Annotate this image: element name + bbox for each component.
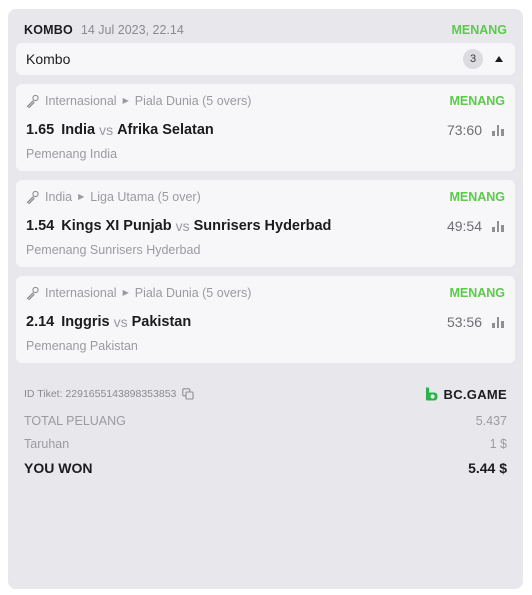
payout-row: YOU WON 5.44 $ — [24, 458, 507, 478]
combo-count-badge: 3 — [463, 49, 483, 69]
breadcrumb-arrow-icon: ▶ — [122, 287, 129, 297]
stake-label: Taruhan — [24, 437, 70, 451]
bet-league-row: India ▶ Liga Utama (5 over) MENANG — [26, 188, 505, 206]
stake-row: Taruhan 1 $ — [24, 435, 507, 453]
bet-league: Liga Utama (5 over) — [90, 190, 201, 204]
brand-name: BC.GAME — [443, 386, 507, 402]
stats-icon[interactable] — [492, 220, 505, 232]
combo-toggle[interactable]: Kombo 3 — [16, 43, 515, 75]
breadcrumb-arrow-icon: ▶ — [78, 191, 85, 201]
match-score: 53:56 — [446, 314, 482, 330]
combo-label: Kombo — [26, 51, 71, 67]
bet-league-row: Internasional ▶ Piala Dunia (5 overs) ME… — [26, 92, 505, 110]
copy-icon[interactable] — [182, 388, 194, 400]
payout-value: 5.44 $ — [468, 460, 507, 476]
team-away: Afrika Selatan — [117, 122, 214, 138]
bet-sport: Internasional — [45, 286, 117, 300]
ticket-id: ID Tiket: 2291655143898353853 — [24, 388, 177, 400]
stake-value: 1 $ — [489, 437, 507, 451]
bet-selection: Pemenang Pakistan — [26, 339, 138, 353]
versus-label: vs — [113, 314, 128, 330]
stats-icon[interactable] — [492, 316, 505, 328]
bet-odds: 1.65 — [26, 122, 55, 138]
bet-league: Piala Dunia (5 overs) — [134, 286, 252, 300]
bet-item: Internasional ▶ Piala Dunia (5 overs) ME… — [16, 84, 515, 171]
bet-item: Internasional ▶ Piala Dunia (5 overs) ME… — [16, 276, 515, 363]
versus-label: vs — [175, 218, 190, 234]
brand-logo: BC.GAME — [423, 386, 508, 402]
total-odds-label: TOTAL PELUANG — [24, 414, 126, 428]
cricket-icon — [26, 190, 39, 204]
bet-match-row: 1.54 Kings XI Punjab vs Sunrisers Hyderb… — [26, 215, 505, 237]
bet-match-row: 1.65 India vs Afrika Selatan 73:60 — [26, 119, 505, 141]
bet-league-row: Internasional ▶ Piala Dunia (5 overs) ME… — [26, 284, 505, 302]
team-away: Pakistan — [131, 314, 192, 330]
team-home: India — [61, 122, 96, 138]
total-odds-row: TOTAL PELUANG 5.437 — [24, 412, 507, 430]
bet-sport: Internasional — [45, 94, 117, 108]
bet-status: MENANG — [449, 190, 505, 204]
bet-selection: Pemenang Sunrisers Hyderbad — [26, 243, 201, 257]
ticket-header: KOMBO 14 Jul 2023, 22.14 MENANG — [24, 20, 507, 40]
ticket-status: MENANG — [451, 23, 507, 37]
match-score: 73:60 — [446, 122, 482, 138]
bet-item: India ▶ Liga Utama (5 over) MENANG 1.54 … — [16, 180, 515, 267]
bet-type: KOMBO — [24, 23, 73, 37]
bet-league: Piala Dunia (5 overs) — [134, 94, 252, 108]
total-odds-value: 5.437 — [475, 414, 507, 428]
ticket-id-row: ID Tiket: 2291655143898353853 BC.GAME — [24, 384, 507, 404]
bc-game-logo-icon — [425, 387, 437, 401]
team-away: Sunrisers Hyderbad — [193, 218, 332, 234]
bet-ticket-card: KOMBO 14 Jul 2023, 22.14 MENANG Kombo 3 … — [8, 9, 523, 589]
team-home: Inggris — [61, 314, 110, 330]
bet-odds: 1.54 — [26, 218, 55, 234]
cricket-icon — [26, 286, 39, 300]
bet-datetime: 14 Jul 2023, 22.14 — [80, 23, 184, 37]
bet-status: MENANG — [449, 94, 505, 108]
bet-odds: 2.14 — [26, 314, 55, 330]
team-home: Kings XI Punjab — [61, 218, 172, 234]
bet-status: MENANG — [449, 286, 505, 300]
chevron-up-icon[interactable] — [495, 56, 503, 62]
cricket-icon — [26, 94, 39, 108]
match-score: 49:54 — [446, 218, 482, 234]
bet-selection: Pemenang India — [26, 147, 118, 161]
bet-match-row: 2.14 Inggris vs Pakistan 53:56 — [26, 311, 505, 333]
bet-sport: India — [45, 190, 73, 204]
breadcrumb-arrow-icon: ▶ — [122, 95, 129, 105]
stats-icon[interactable] — [492, 124, 505, 136]
versus-label: vs — [99, 122, 114, 138]
payout-label: YOU WON — [24, 460, 93, 476]
